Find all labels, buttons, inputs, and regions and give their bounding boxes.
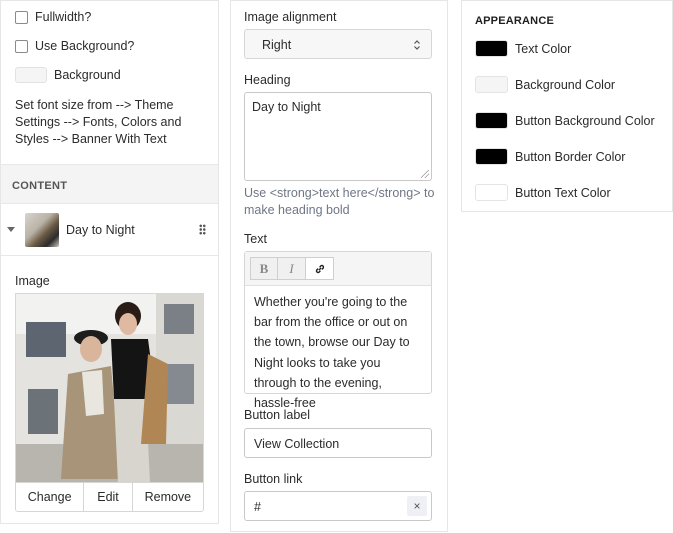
editor-content[interactable]: Whether you're going to the bar from the…: [245, 286, 431, 413]
rich-text-editor[interactable]: B I Whether you're going to the bar from…: [244, 251, 432, 410]
heading-label: Heading: [244, 73, 291, 87]
appearance-heading: APPEARANCE: [475, 15, 555, 27]
link-button[interactable]: [306, 257, 334, 280]
image-alignment-label: Image alignment: [244, 10, 337, 24]
button-background-color-swatch[interactable]: [475, 112, 508, 129]
button-link-input[interactable]: # ×: [244, 491, 432, 521]
background-color-swatch[interactable]: [15, 67, 47, 83]
button-border-color-swatch[interactable]: [475, 148, 508, 165]
image-alignment-select[interactable]: Right: [244, 29, 432, 59]
link-icon: [315, 264, 324, 273]
caret-down-icon[interactable]: [7, 227, 15, 232]
resize-handle-icon[interactable]: [421, 170, 429, 178]
use-background-checkbox[interactable]: [15, 39, 28, 53]
heading-textarea[interactable]: Day to Night: [244, 92, 432, 181]
image-label: Image: [15, 274, 50, 288]
content-item-thumbnail: [25, 212, 59, 247]
button-label-value: View Collection: [254, 437, 340, 451]
text-color-row[interactable]: Text Color: [475, 40, 571, 57]
fullwidth-label: Fullwidth?: [35, 10, 92, 24]
button-link-value: #: [254, 500, 261, 514]
background-label: Background: [54, 68, 121, 82]
appearance-panel: APPEARANCE Text Color Background Color B…: [461, 0, 673, 212]
change-image-button[interactable]: Change: [16, 483, 85, 511]
background-color-swatch[interactable]: [475, 76, 508, 93]
edit-image-button[interactable]: Edit: [84, 483, 133, 511]
button-label-label: Button label: [244, 408, 311, 422]
heading-hint: Use <strong>text here</strong> to make h…: [244, 186, 435, 217]
button-text-color-row[interactable]: Button Text Color: [475, 184, 611, 201]
image-alignment-value: Right: [262, 38, 292, 52]
heading-value: Day to Night: [252, 100, 321, 114]
background-color-row[interactable]: Background: [15, 67, 121, 83]
left-settings-panel: Fullwidth? Use Background? Background Se…: [0, 0, 219, 524]
text-color-swatch[interactable]: [475, 40, 508, 57]
button-text-color-label: Button Text Color: [515, 185, 611, 200]
clear-icon[interactable]: ×: [407, 496, 427, 516]
button-background-color-row[interactable]: Button Background Color: [475, 112, 655, 129]
image-preview: [15, 293, 204, 482]
drag-handle-icon[interactable]: [199, 224, 206, 235]
background-color-row[interactable]: Background Color: [475, 76, 615, 93]
button-border-color-row[interactable]: Button Border Color: [475, 148, 625, 165]
fullwidth-checkbox-row[interactable]: Fullwidth?: [15, 10, 91, 24]
content-item-row[interactable]: Day to Night: [1, 204, 218, 256]
italic-button[interactable]: I: [278, 257, 306, 280]
button-link-label: Button link: [244, 472, 303, 486]
remove-image-button[interactable]: Remove: [133, 483, 203, 511]
font-size-note: Set font size from --> Theme Settings --…: [15, 98, 182, 146]
button-background-color-label: Button Background Color: [515, 113, 655, 128]
use-background-checkbox-row[interactable]: Use Background?: [15, 39, 134, 53]
button-border-color-label: Button Border Color: [515, 149, 626, 164]
middle-settings-panel: Image alignment Right Heading Day to Nig…: [230, 0, 448, 532]
fashion-photo-illustration: [16, 294, 203, 482]
content-item-title: Day to Night: [66, 222, 135, 237]
text-color-label: Text Color: [515, 41, 572, 56]
background-color-label: Background Color: [515, 77, 616, 92]
editor-toolbar: B I: [245, 252, 431, 286]
bold-button[interactable]: B: [250, 257, 278, 280]
image-actions: Change Edit Remove: [15, 482, 204, 512]
button-label-input[interactable]: View Collection: [244, 428, 432, 458]
select-arrows-icon: [414, 40, 420, 50]
fullwidth-checkbox[interactable]: [15, 10, 28, 24]
content-section-heading: CONTENT: [1, 164, 218, 204]
text-label: Text: [244, 232, 267, 246]
button-text-color-swatch[interactable]: [475, 184, 508, 201]
use-background-label: Use Background?: [35, 39, 135, 53]
